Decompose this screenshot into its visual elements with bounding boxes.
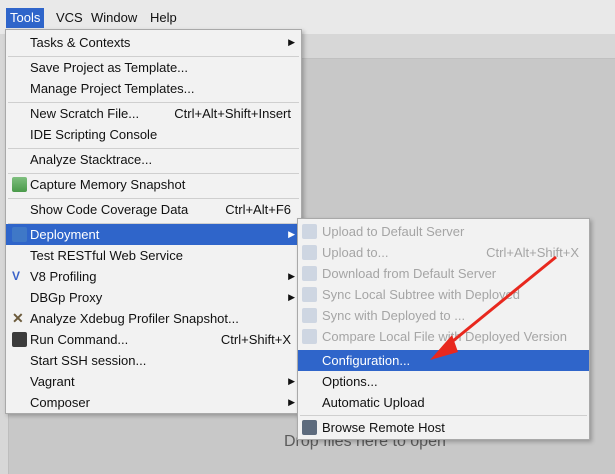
annotation-arrow bbox=[430, 255, 557, 360]
annotation-arrow-shaft bbox=[447, 255, 557, 347]
